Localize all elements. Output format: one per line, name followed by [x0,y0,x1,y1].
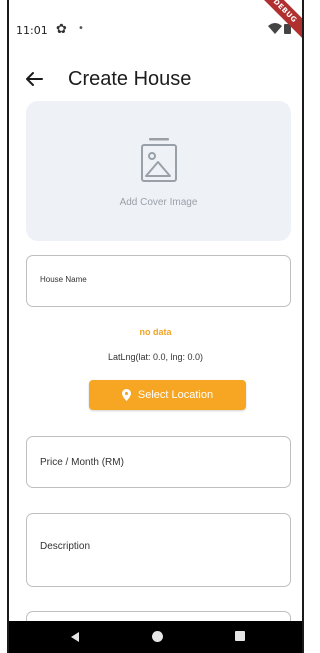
location-status: no data [139,327,172,337]
gear-icon: ✿ [56,22,67,37]
notification-dot-icon: • [78,23,84,34]
cover-label: Add Cover Image [119,197,198,208]
house-name-input[interactable]: House Name [26,255,291,307]
cover-image-picker[interactable]: Add Cover Image [26,101,291,241]
description-input[interactable]: Description [26,513,291,587]
phone-screen: 11:01 ✿ • DEBUG Create House Add Cover I… [7,0,304,653]
description-placeholder: Description [40,541,91,552]
select-location-button[interactable]: Select Location [89,380,246,410]
app-bar: Create House [9,58,302,106]
arrow-left-icon[interactable] [23,68,45,90]
status-time: 11:01 [16,24,48,37]
system-nav-bar [9,621,302,653]
pin-icon [121,389,131,401]
price-input[interactable]: Price / Month (RM) [26,436,291,488]
page-title: Create House [68,68,192,90]
image-icon [141,138,177,182]
latlng-text: LatLng(lat: 0.0, lng: 0.0) [107,352,204,362]
status-bar: 11:01 ✿ • DEBUG [9,0,302,58]
nav-recents-icon[interactable] [235,631,245,641]
price-placeholder: Price / Month (RM) [40,457,124,468]
nav-home-icon[interactable] [152,631,163,642]
select-location-label: Select Location [137,389,214,401]
nav-back-icon[interactable] [69,631,81,643]
house-name-placeholder: House Name [40,275,87,284]
